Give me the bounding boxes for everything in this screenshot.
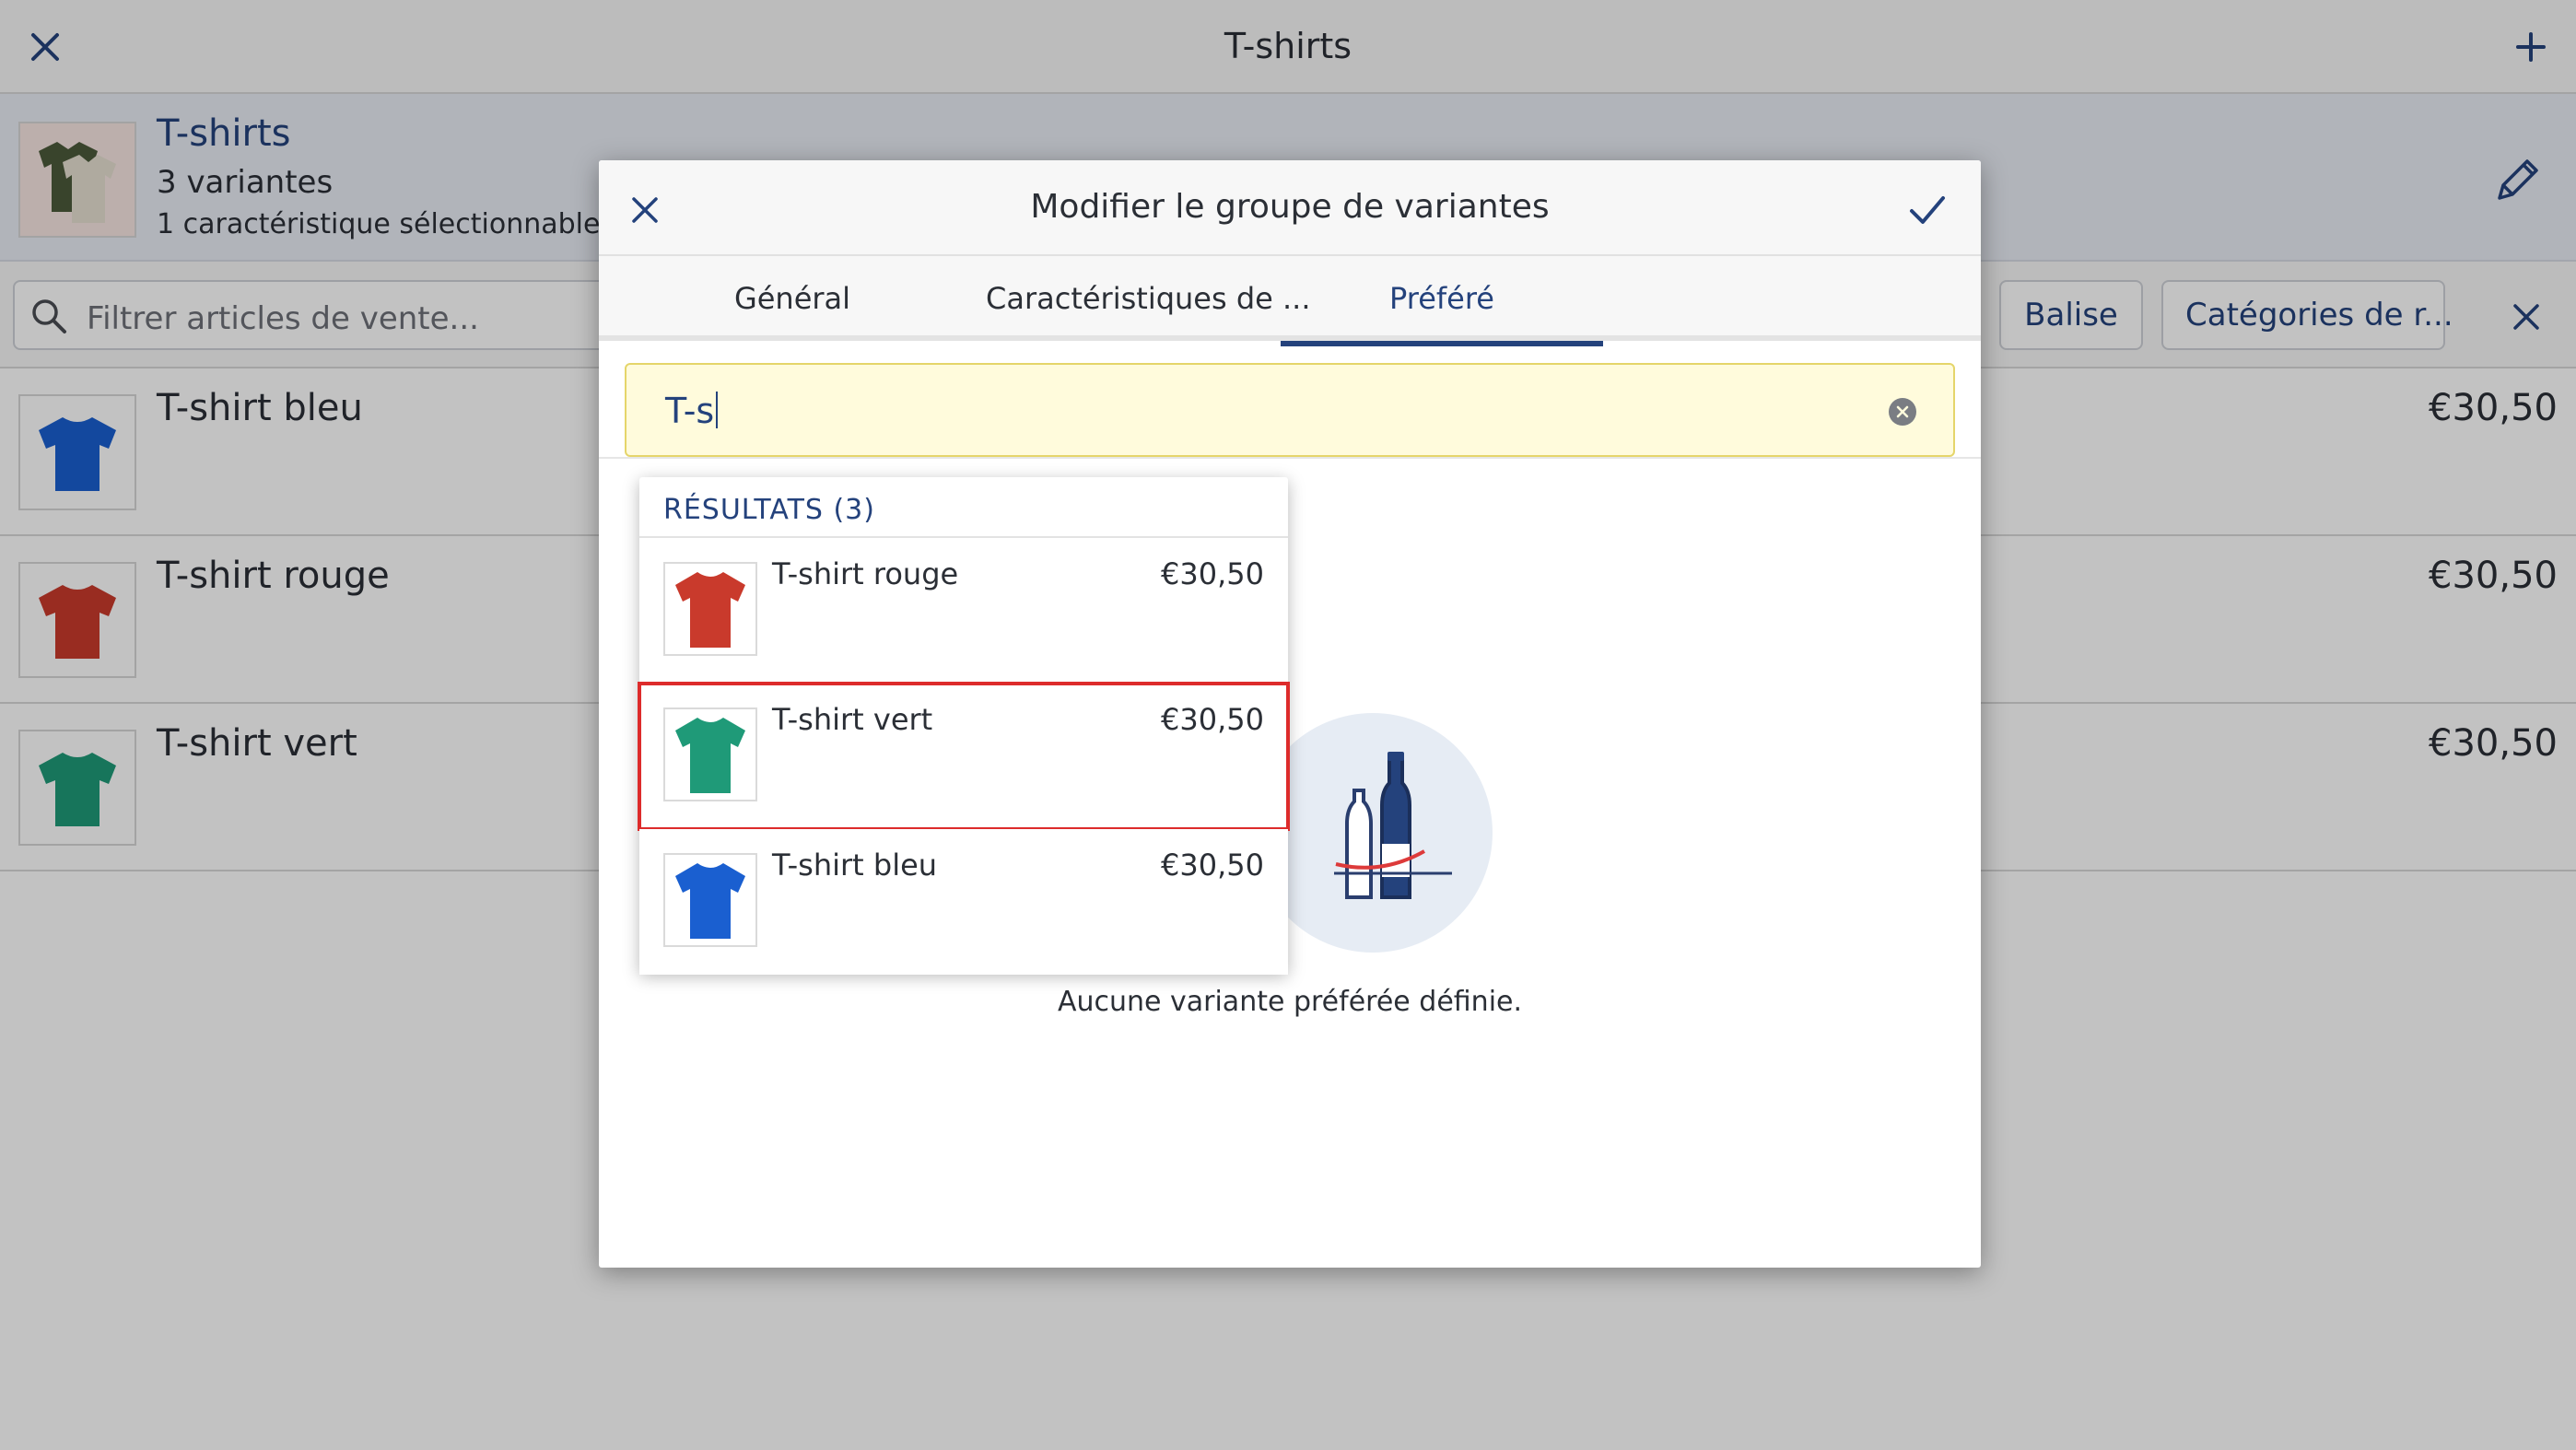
- tab-general[interactable]: Général: [599, 256, 986, 341]
- results-count-label: RÉSULTATS (3): [663, 494, 875, 526]
- result-item-t-shirt-bleu[interactable]: T-shirt bleu €30,50: [639, 829, 1288, 975]
- preferred-search-input[interactable]: T-s: [625, 363, 1955, 457]
- result-price: €30,50: [1161, 556, 1264, 591]
- result-item-t-shirt-vert[interactable]: T-shirt vert €30,50: [638, 682, 1290, 831]
- search-results-dropdown: RÉSULTATS (3) T-shirt rouge €30,50 T-shi…: [638, 477, 1290, 975]
- dialog-title: Modifier le groupe de variantes: [1030, 188, 1550, 226]
- result-name: T-shirt rouge: [772, 556, 959, 591]
- checkmark-icon: [1910, 196, 1945, 224]
- dialog-confirm-button[interactable]: [1900, 182, 1955, 238]
- result-name: T-shirt vert: [772, 702, 933, 737]
- tshirt-icon: [663, 562, 757, 656]
- tab-characteristics[interactable]: Caractéristiques de ...: [986, 256, 1311, 341]
- search-value: T-s: [665, 391, 715, 431]
- tshirt-icon: [663, 853, 757, 947]
- clear-search-icon[interactable]: [1889, 398, 1916, 426]
- dialog-tabs: Général Caractéristiques de ... Préféré: [599, 256, 1981, 346]
- result-item-t-shirt-rouge[interactable]: T-shirt rouge €30,50: [639, 538, 1288, 684]
- result-name: T-shirt bleu: [772, 848, 938, 883]
- preferred-search-area: T-s: [599, 341, 1981, 459]
- text-caret: [716, 392, 719, 428]
- empty-state-message: Aucune variante préférée définie.: [1057, 986, 1523, 1018]
- result-price: €30,50: [1161, 702, 1264, 737]
- results-header: RÉSULTATS (3): [639, 477, 1288, 538]
- dialog-header: Modifier le groupe de variantes: [599, 160, 1981, 256]
- search-value-wrap: T-s: [665, 391, 719, 431]
- tshirt-icon: [663, 707, 757, 801]
- result-price: €30,50: [1161, 848, 1264, 883]
- tab-preferred[interactable]: Préféré: [1281, 256, 1603, 346]
